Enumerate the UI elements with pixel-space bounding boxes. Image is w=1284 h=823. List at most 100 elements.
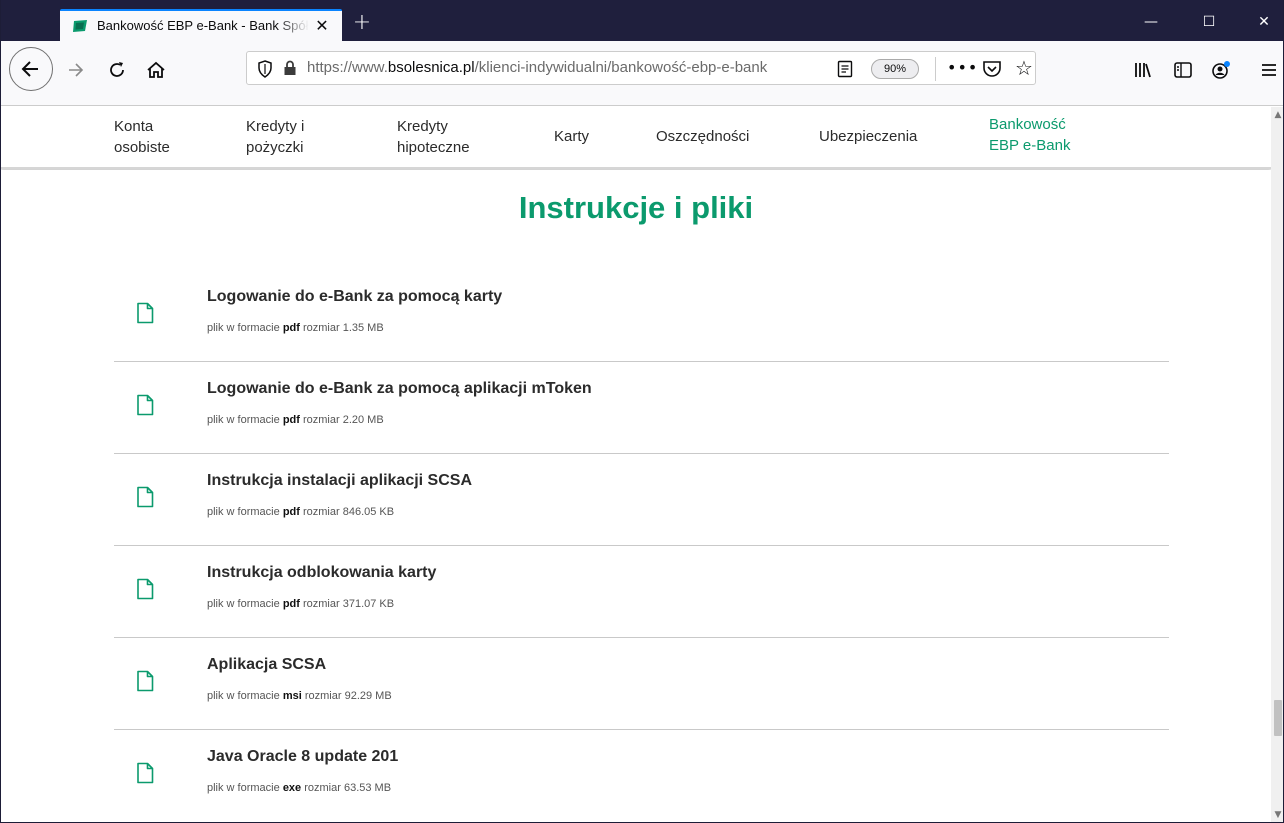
file-name-link[interactable]: Java Oracle 8 update 201: [207, 748, 398, 766]
back-button[interactable]: [9, 47, 53, 91]
url-text[interactable]: https://www.bsolesnica.pl/klienci-indywi…: [307, 59, 832, 76]
file-name-link[interactable]: Logowanie do e-Bank za pomocą karty: [207, 288, 502, 306]
file-document-icon[interactable]: [136, 762, 154, 784]
scrollbar-thumb[interactable]: [1274, 700, 1282, 736]
file-meta: plik w formacie pdf rozmiar 1.35 MB: [207, 322, 384, 334]
bookmark-star-icon[interactable]: ☆: [1013, 57, 1035, 79]
file-meta-prefix: plik w formacie: [207, 322, 280, 334]
shield-icon[interactable]: [257, 60, 273, 78]
file-document-icon[interactable]: [136, 302, 154, 324]
nav-label-line1: Karty: [554, 128, 590, 145]
nav-karty[interactable]: Karty: [554, 126, 589, 147]
file-list: Logowanie do e-Bank za pomocą karty plik …: [114, 270, 1169, 822]
file-name-link[interactable]: Aplikacja SCSA: [207, 656, 326, 674]
site-navigation: Konta osobiste Kredyty i pożyczki Kredyt…: [1, 107, 1271, 169]
url-bar[interactable]: https://www.bsolesnica.pl/klienci-indywi…: [246, 51, 1036, 85]
file-format: pdf: [282, 414, 300, 426]
scroll-down-icon[interactable]: ▼: [1271, 807, 1283, 822]
file-size-label: rozmiar: [302, 598, 340, 610]
file-list-item[interactable]: Instrukcja odblokowania karty plik w form…: [114, 546, 1169, 638]
file-size-label: rozmiar: [302, 322, 340, 334]
file-format: msi: [282, 690, 302, 702]
new-tab-button[interactable]: +: [351, 12, 373, 34]
file-meta: plik w formacie pdf rozmiar 2.20 MB: [207, 414, 384, 426]
menu-icon[interactable]: [1257, 59, 1281, 81]
file-list-item[interactable]: Aplikacja SCSA plik w formacie msi rozmia…: [114, 638, 1169, 730]
nav-label-line1: Konta: [114, 118, 154, 135]
nav-label-line2: hipoteczne: [397, 139, 470, 156]
forward-button[interactable]: [63, 57, 89, 83]
nav-label-line2: osobiste: [114, 139, 170, 156]
tab-close-icon[interactable]: ✕: [312, 16, 332, 36]
nav-bankowosc-ebp[interactable]: Bankowość EBP e-Bank: [989, 114, 1070, 156]
file-size-label: rozmiar: [302, 414, 340, 426]
scroll-up-icon[interactable]: ▲: [1271, 107, 1283, 123]
file-list-item[interactable]: Java Oracle 8 update 201 plik w formacie …: [114, 730, 1169, 822]
file-format: pdf: [282, 322, 300, 334]
zoom-level-button[interactable]: 90%: [871, 59, 919, 79]
file-document-icon[interactable]: [136, 394, 154, 416]
home-icon: [147, 61, 165, 78]
nav-toolbar: https://www.bsolesnica.pl/klienci-indywi…: [1, 41, 1283, 106]
library-icon[interactable]: [1131, 59, 1155, 81]
file-size: 92.29 MB: [344, 690, 392, 702]
file-meta-prefix: plik w formacie: [207, 598, 280, 610]
file-size: 371.07 KB: [342, 598, 395, 610]
vertical-scrollbar[interactable]: ▲ ▼: [1271, 107, 1283, 822]
file-list-item[interactable]: Logowanie do e-Bank za pomocą aplikacji …: [114, 362, 1169, 454]
url-host: bsolesnica.pl: [387, 59, 475, 76]
main-content: Instrukcje i pliki Logowanie do e-Bank z…: [1, 170, 1271, 822]
file-meta-prefix: plik w formacie: [207, 782, 280, 794]
file-meta-prefix: plik w formacie: [207, 690, 280, 702]
file-document-icon[interactable]: [136, 486, 154, 508]
file-size-label: rozmiar: [304, 782, 341, 794]
home-button[interactable]: [143, 57, 169, 83]
url-prefix: https://www.: [307, 59, 388, 76]
nav-label-line1: Oszczędności: [656, 128, 750, 145]
file-name-link[interactable]: Instrukcja instalacji aplikacji SCSA: [207, 472, 472, 490]
sidebar-icon[interactable]: [1171, 59, 1195, 81]
nav-kredyty-pozyczki[interactable]: Kredyty i pożyczki: [246, 116, 304, 158]
minimize-button[interactable]: —: [1141, 12, 1161, 32]
nav-kredyty-hipoteczne[interactable]: Kredyty hipoteczne: [397, 116, 470, 158]
tab-title: Bankowość EBP e-Bank - Bank Spółdzielczy: [97, 18, 309, 33]
page-actions-more-icon[interactable]: •••: [947, 59, 977, 79]
url-separator: [935, 57, 936, 81]
nav-oszczednosci[interactable]: Oszczędności: [656, 126, 749, 147]
file-meta-prefix: plik w formacie: [207, 414, 280, 426]
nav-ubezpieczenia[interactable]: Ubezpieczenia: [819, 126, 917, 147]
active-tab[interactable]: Bankowość EBP e-Bank - Bank Spółdzielczy…: [60, 9, 342, 41]
file-size: 846.05 KB: [342, 506, 395, 518]
file-size: 1.35 MB: [342, 322, 384, 334]
file-size-label: rozmiar: [304, 690, 342, 702]
back-icon: [21, 61, 38, 77]
close-window-button[interactable]: ✕: [1254, 12, 1274, 32]
reader-view-icon[interactable]: [837, 60, 853, 78]
url-path: /klienci-indywidualni/bankowość-ebp-e-ba…: [474, 59, 768, 76]
nav-label-line1: Bankowość: [989, 116, 1066, 133]
pocket-icon[interactable]: [981, 59, 1003, 79]
file-name-link[interactable]: Logowanie do e-Bank za pomocą aplikacji …: [207, 380, 592, 398]
forward-icon: [69, 63, 84, 77]
file-document-icon[interactable]: [136, 578, 154, 600]
maximize-button[interactable]: ☐: [1199, 12, 1219, 32]
tab-bar: Bankowość EBP e-Bank - Bank Spółdzielczy…: [1, 0, 1283, 41]
nav-label-line1: Ubezpieczenia: [819, 128, 918, 145]
file-size: 63.53 MB: [343, 782, 392, 794]
file-name-link[interactable]: Instrukcja odblokowania karty: [207, 564, 436, 582]
file-document-icon[interactable]: [136, 670, 154, 692]
reload-button[interactable]: [104, 57, 130, 83]
file-size: 2.20 MB: [342, 414, 384, 426]
file-list-item[interactable]: Instrukcja instalacji aplikacji SCSA plik…: [114, 454, 1169, 546]
nav-konta-osobiste[interactable]: Konta osobiste: [114, 116, 170, 158]
file-format: pdf: [282, 598, 300, 610]
file-meta: plik w formacie exe rozmiar 63.53 MB: [207, 782, 391, 794]
file-meta: plik w formacie pdf rozmiar 371.07 KB: [207, 598, 394, 610]
account-icon[interactable]: [1209, 59, 1233, 81]
file-format: exe: [282, 782, 302, 794]
nav-label-line2: pożyczki: [246, 139, 304, 156]
browser-window: Bankowość EBP e-Bank - Bank Spółdzielczy…: [0, 0, 1284, 823]
file-meta: plik w formacie msi rozmiar 92.29 MB: [207, 690, 392, 702]
lock-icon[interactable]: [283, 60, 297, 76]
file-list-item[interactable]: Logowanie do e-Bank za pomocą karty plik …: [114, 270, 1169, 362]
